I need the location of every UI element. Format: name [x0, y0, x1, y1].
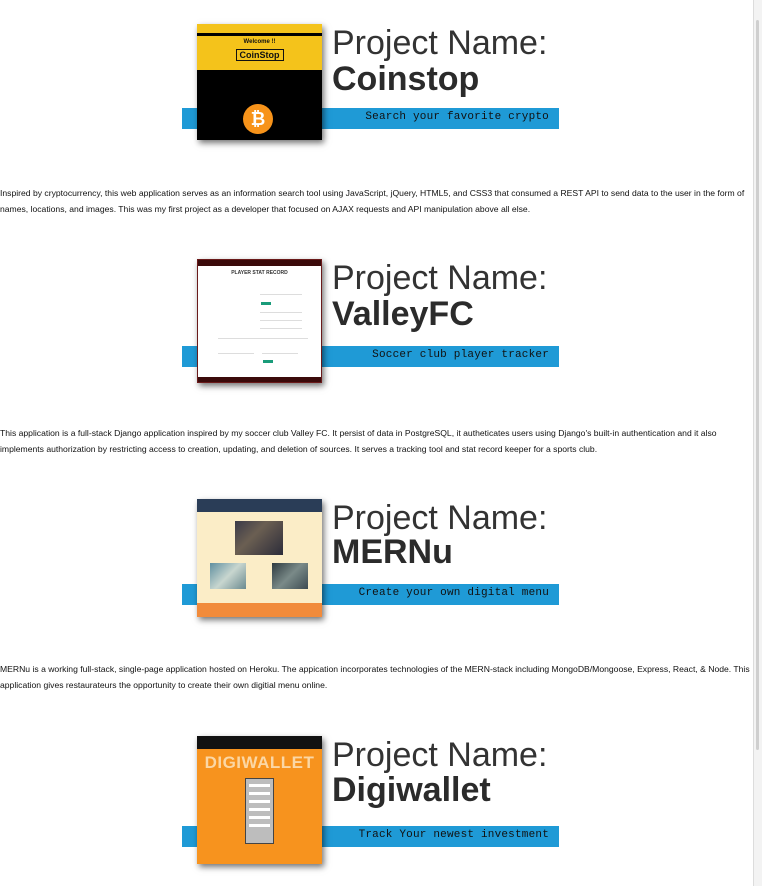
project-hero: Track Your newest investment DIGIWALLET …: [182, 736, 559, 866]
project-name-label: Project Name:: [332, 259, 548, 297]
digiwallet-logo: DIGIWALLET: [204, 753, 315, 772]
project-screenshot[interactable]: PLAYER STAT RECORD: [197, 259, 322, 383]
project-tagline: Soccer club player tracker: [372, 349, 549, 361]
coinstop-logo: CoinStop: [235, 49, 284, 61]
project-screenshot[interactable]: Welcome !! CoinStop ₿: [197, 24, 322, 140]
project-name-label: Project Name:: [332, 499, 548, 537]
project-description: This application is a full-stack Django …: [0, 428, 717, 454]
project-hero: Soccer club player tracker PLAYER STAT R…: [182, 259, 559, 389]
project-tagline: Track Your newest investment: [358, 829, 549, 841]
project-hero: Create your own digital menu Project Nam…: [182, 499, 559, 629]
thumb-title: PLAYER STAT RECORD: [231, 270, 288, 276]
scrollbar-thumb[interactable]: [756, 20, 759, 750]
project-name: MERNu: [332, 533, 453, 571]
project-name: Coinstop: [332, 60, 480, 98]
thumb-welcome: Welcome !!: [243, 39, 276, 45]
bitcoin-icon: ₿: [243, 104, 273, 134]
project-description: MERNu is a working full-stack, single-pa…: [0, 664, 750, 690]
project-name-label: Project Name:: [332, 736, 548, 774]
project-name: Digiwallet: [332, 771, 491, 809]
project-name: ValleyFC: [332, 295, 474, 333]
project-description: Inspired by cryptocurrency, this web app…: [0, 188, 745, 214]
project-screenshot[interactable]: [197, 499, 322, 617]
project-hero: Search your favorite crypto Welcome !! C…: [182, 24, 559, 154]
project-tagline: Search your favorite crypto: [365, 111, 549, 123]
project-tagline: Create your own digital menu: [358, 587, 549, 599]
page-scrollbar[interactable]: [753, 0, 762, 886]
project-screenshot[interactable]: DIGIWALLET: [197, 736, 322, 864]
project-name-label: Project Name:: [332, 24, 548, 62]
